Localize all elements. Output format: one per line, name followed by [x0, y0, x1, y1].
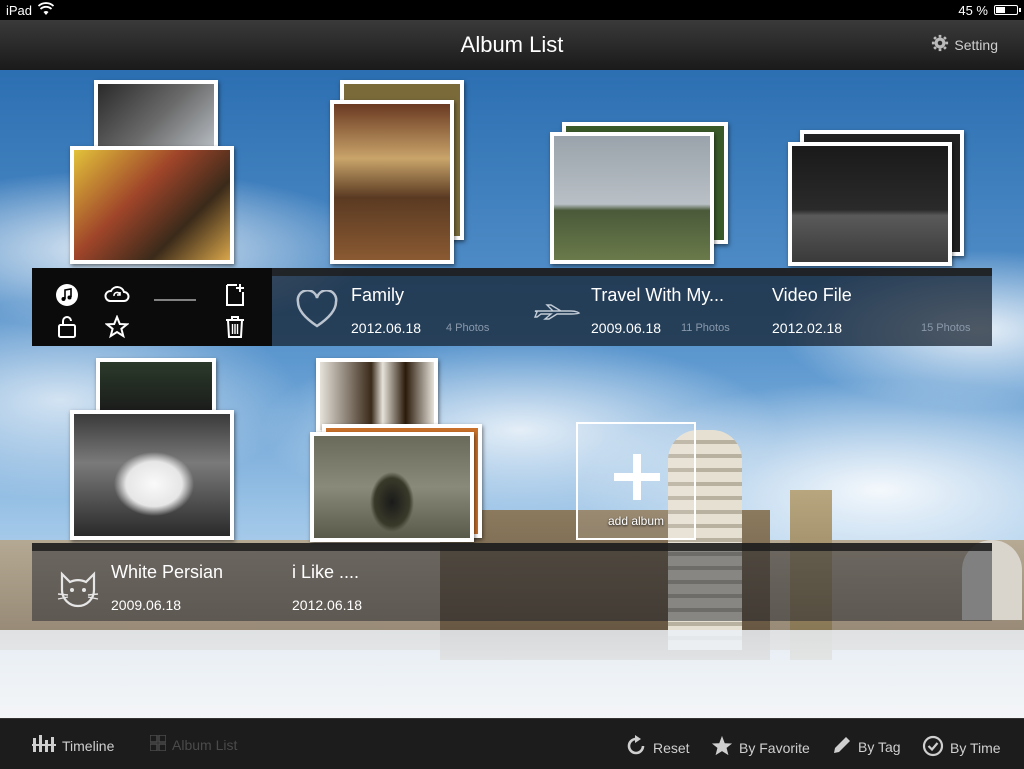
setting-button[interactable]: Setting	[931, 34, 998, 55]
timeline-button[interactable]: Timeline	[32, 735, 114, 756]
star-icon[interactable]	[104, 314, 130, 340]
gear-icon	[931, 34, 949, 55]
timeline-icon	[32, 735, 56, 756]
cloud-sync-icon[interactable]	[104, 282, 130, 308]
page-title: Album List	[460, 32, 564, 57]
clock-check-icon	[922, 735, 944, 760]
by-tag-button[interactable]: By Tag	[832, 735, 901, 758]
album-name: White Persian	[111, 562, 224, 582]
reset-button[interactable]: Reset	[625, 735, 690, 760]
heart-icon	[296, 289, 338, 335]
plus-icon	[614, 454, 660, 505]
album-date: 2012.02.18	[772, 320, 843, 336]
divider-line	[154, 298, 196, 302]
album-date: 2009.06.18	[111, 597, 182, 613]
album-photo	[96, 358, 216, 418]
album-date: 2009.06.18	[591, 320, 662, 336]
navigation-bar: Album List Setting	[0, 20, 1024, 71]
carrier-label: iPad	[6, 3, 33, 18]
album-name: Travel With My...	[591, 285, 725, 305]
album-cover-photo	[788, 142, 952, 266]
setting-label: Setting	[954, 36, 998, 53]
album-date: 2012.06.18	[292, 597, 363, 613]
battery-icon	[994, 5, 1021, 15]
by-time-button[interactable]: By Time	[922, 735, 1001, 760]
reset-icon	[625, 735, 647, 760]
grid-icon	[149, 734, 167, 754]
add-file-icon[interactable]	[222, 282, 248, 308]
album-cover-photo	[550, 132, 714, 264]
cat-icon	[56, 570, 100, 615]
album-cover-photo	[70, 410, 234, 540]
reset-label: Reset	[653, 739, 690, 756]
album-photo-count: 4 Photos	[446, 322, 490, 334]
status-bar: iPad 45 %	[0, 0, 1024, 20]
album-photo-count: 15 Photos	[921, 322, 971, 334]
star-icon	[711, 735, 733, 760]
airplane-icon	[533, 302, 581, 325]
by-favorite-button[interactable]: By Favorite	[711, 735, 810, 760]
by-favorite-label: By Favorite	[739, 739, 810, 756]
album-list-label: Album List	[172, 736, 238, 753]
by-tag-label: By Tag	[858, 738, 901, 755]
add-album-label: add album	[607, 514, 665, 528]
album-name: Video File	[772, 285, 852, 305]
album-date: 2012.06.18	[351, 320, 422, 336]
wifi-icon	[37, 2, 55, 19]
bottom-toolbar: Timeline Album List Reset By Favorite By…	[0, 718, 1024, 769]
tag-pencil-icon	[832, 735, 852, 758]
album-name: i Like ....	[292, 562, 360, 582]
by-time-label: By Time	[950, 739, 1001, 756]
lock-icon[interactable]	[54, 314, 80, 340]
album-name: Family	[351, 285, 404, 305]
album-photo	[316, 358, 438, 434]
album-list-button[interactable]: Album List	[149, 734, 238, 754]
music-icon[interactable]	[54, 282, 80, 308]
album-action-panel	[32, 268, 272, 346]
background-clouds	[0, 630, 1024, 718]
battery-percent: 45 %	[958, 3, 988, 18]
album-cover-photo	[70, 146, 234, 264]
add-album-button[interactable]: add album	[576, 422, 696, 540]
album-cover-photo	[310, 432, 474, 542]
trash-icon[interactable]	[222, 314, 248, 340]
album-photo-count: 11 Photos	[681, 322, 730, 334]
shelf-edge	[272, 268, 992, 276]
timeline-label: Timeline	[62, 737, 115, 754]
shelf-edge	[32, 543, 992, 551]
album-cover-photo	[330, 100, 454, 264]
